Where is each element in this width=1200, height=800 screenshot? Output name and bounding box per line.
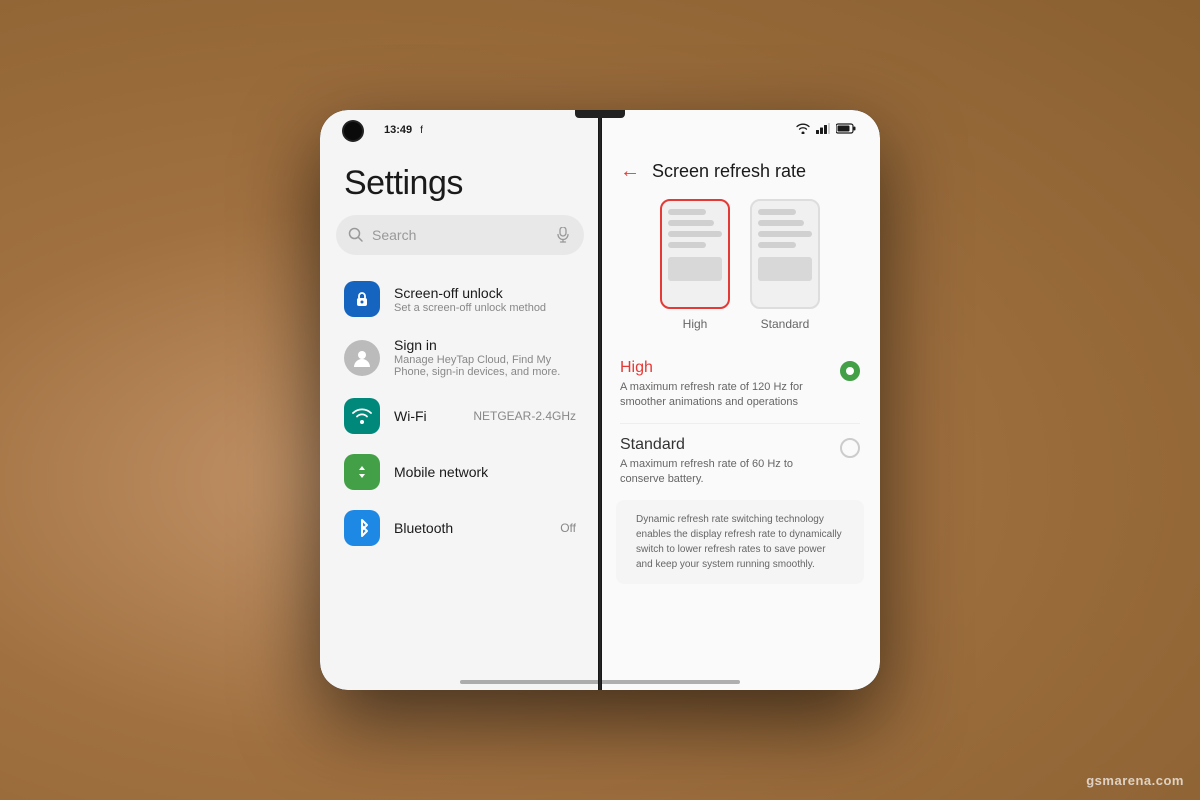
high-illustration[interactable]: High — [660, 199, 730, 331]
mockup-line-8 — [758, 242, 796, 248]
settings-item-bluetooth[interactable]: Bluetooth Off — [320, 500, 600, 556]
search-bar[interactable]: Search — [336, 215, 584, 255]
mic-icon[interactable] — [556, 227, 572, 243]
search-icon — [348, 227, 364, 243]
status-bar-right — [600, 118, 864, 142]
mobile-network-title: Mobile network — [394, 464, 576, 480]
back-button[interactable]: ← — [620, 160, 640, 183]
camera-hole — [344, 122, 362, 140]
refresh-options-list: High A maximum refresh rate of 120 Hz fo… — [600, 347, 880, 500]
signal-icon — [816, 123, 830, 137]
right-panel: ← Screen refresh rate High — [600, 110, 880, 690]
standard-option-name: Standard — [620, 436, 830, 454]
bluetooth-text: Bluetooth — [394, 520, 546, 536]
battery-icon — [836, 123, 856, 137]
high-radio-button[interactable] — [840, 361, 860, 381]
phone-device: 13:49 f — [320, 110, 880, 690]
high-option-content: High A maximum refresh rate of 120 Hz fo… — [620, 359, 830, 411]
panel-title: Screen refresh rate — [652, 161, 806, 182]
sign-in-title: Sign in — [394, 337, 576, 353]
sign-in-text: Sign in Manage HeyTap Cloud, Find My Pho… — [394, 337, 576, 378]
high-illustration-label: High — [683, 317, 708, 331]
standard-refresh-option[interactable]: Standard A maximum refresh rate of 60 Hz… — [620, 424, 860, 500]
mockup-line-7 — [758, 231, 812, 237]
mockup-line-1 — [668, 209, 706, 215]
settings-list: Screen-off unlock Set a screen-off unloc… — [320, 271, 600, 690]
screen-off-unlock-title: Screen-off unlock — [394, 285, 576, 301]
refresh-illustrations: High Standard — [600, 199, 880, 347]
left-panel: Settings Search — [320, 110, 600, 690]
settings-item-sign-in[interactable]: Sign in Manage HeyTap Cloud, Find My Pho… — [320, 327, 600, 388]
mobile-network-text: Mobile network — [394, 464, 576, 480]
standard-radio-button[interactable] — [840, 438, 860, 458]
settings-item-mobile-network[interactable]: Mobile network — [320, 444, 600, 500]
status-bar-left: 13:49 f — [336, 118, 600, 142]
screen-off-unlock-text: Screen-off unlock Set a screen-off unloc… — [394, 285, 576, 314]
bluetooth-title: Bluetooth — [394, 520, 546, 536]
status-fb: f — [420, 125, 423, 136]
bluetooth-icon — [344, 510, 380, 546]
high-option-desc: A maximum refresh rate of 120 Hz for smo… — [620, 380, 830, 411]
standard-illustration-label: Standard — [761, 317, 810, 331]
mockup-line-3 — [668, 231, 722, 237]
standard-phone-mockup — [750, 199, 820, 309]
sign-in-avatar — [344, 340, 380, 376]
refresh-note: Dynamic refresh rate switching technolog… — [616, 500, 864, 584]
high-refresh-option[interactable]: High A maximum refresh rate of 120 Hz fo… — [620, 347, 860, 424]
panel-header: ← Screen refresh rate — [600, 148, 880, 199]
wifi-icon — [344, 398, 380, 434]
standard-illustration[interactable]: Standard — [750, 199, 820, 331]
mobile-network-icon — [344, 454, 380, 490]
status-time: 13:49 — [384, 124, 412, 136]
high-option-name: High — [620, 359, 830, 377]
settings-item-wifi[interactable]: Wi-Fi NETGEAR-2.4GHz — [320, 388, 600, 444]
wifi-text: Wi-Fi — [394, 408, 459, 424]
standard-option-desc: A maximum refresh rate of 60 Hz to conse… — [620, 457, 830, 488]
screen-off-unlock-subtitle: Set a screen-off unlock method — [394, 302, 576, 314]
sign-in-subtitle: Manage HeyTap Cloud, Find My Phone, sign… — [394, 354, 576, 378]
screen-off-unlock-icon — [344, 281, 380, 317]
mockup-line-5 — [758, 209, 796, 215]
mockup-line-6 — [758, 220, 804, 226]
watermark: gsmarena.com — [1086, 773, 1184, 788]
search-placeholder: Search — [372, 227, 548, 243]
mockup-line-2 — [668, 220, 714, 226]
settings-item-screen-off-unlock[interactable]: Screen-off unlock Set a screen-off unloc… — [320, 271, 600, 327]
settings-title: Settings — [320, 148, 600, 215]
wifi-status-icon — [796, 123, 810, 137]
wifi-value: NETGEAR-2.4GHz — [473, 409, 576, 423]
high-phone-mockup — [660, 199, 730, 309]
standard-option-content: Standard A maximum refresh rate of 60 Hz… — [620, 436, 830, 488]
bluetooth-value: Off — [560, 521, 576, 535]
mockup-block-2 — [758, 257, 812, 281]
mockup-block — [668, 257, 722, 281]
mockup-line-4 — [668, 242, 706, 248]
hinge-top — [575, 110, 625, 118]
wifi-title: Wi-Fi — [394, 408, 459, 424]
fold-line — [598, 110, 602, 690]
